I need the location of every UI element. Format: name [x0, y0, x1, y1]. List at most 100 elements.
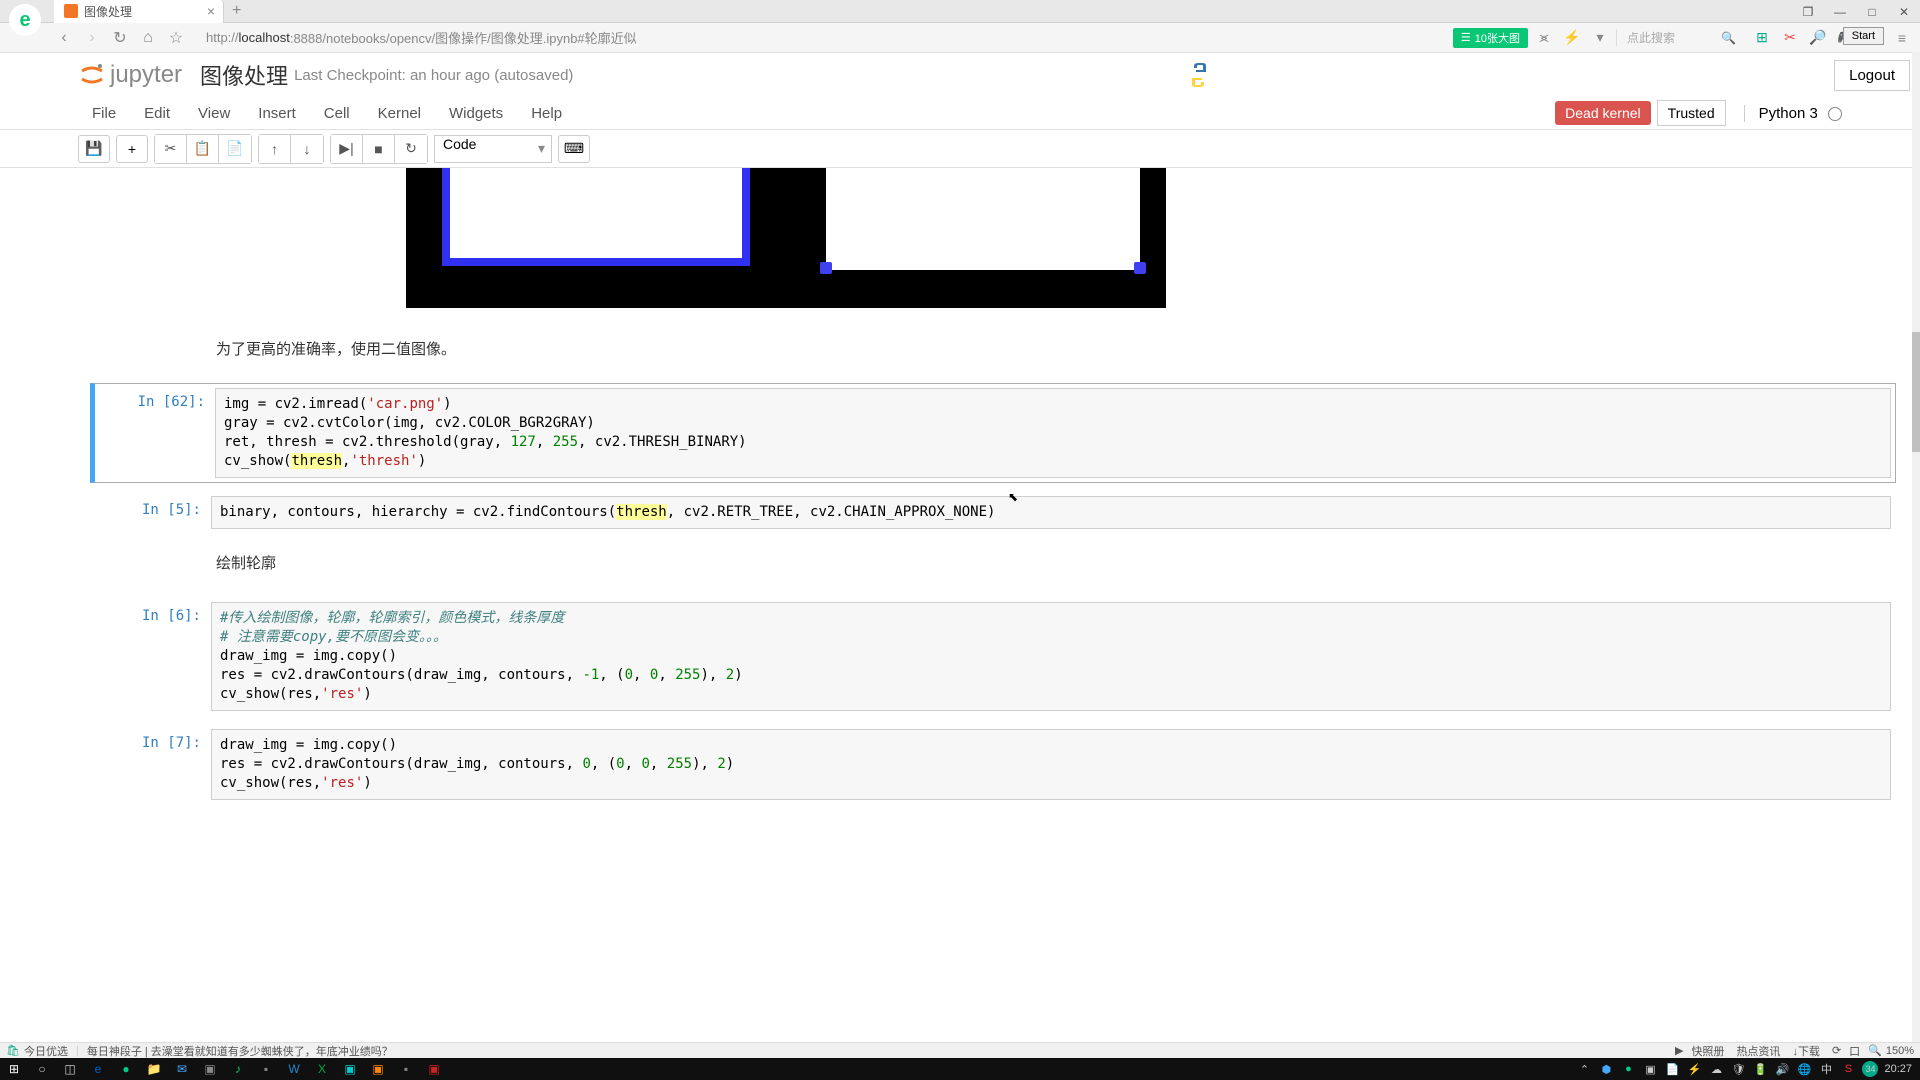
- logout-button[interactable]: Logout: [1834, 60, 1910, 91]
- refresh-button[interactable]: ↻: [106, 24, 134, 52]
- run-button[interactable]: ▶|: [331, 135, 363, 163]
- status-label[interactable]: 今日优选: [24, 1043, 68, 1059]
- tray-icon[interactable]: ⚡: [1686, 1061, 1702, 1077]
- play-icon[interactable]: ▶: [1675, 1044, 1683, 1057]
- add-cell-button[interactable]: +: [116, 135, 148, 163]
- terminal-icon[interactable]: ▪: [252, 1058, 280, 1080]
- tray-up-icon[interactable]: ⌃: [1576, 1061, 1592, 1077]
- cmd-icon[interactable]: ▪: [392, 1058, 420, 1080]
- markdown-text[interactable]: 绘制轮廓: [216, 552, 1896, 573]
- menu-icon[interactable]: ≡: [1890, 26, 1914, 50]
- app-icon[interactable]: ▣: [364, 1058, 392, 1080]
- zoom-level[interactable]: 150%: [1886, 1045, 1914, 1057]
- scissors-icon[interactable]: ✂: [1778, 26, 1802, 50]
- trusted-badge[interactable]: Trusted: [1657, 100, 1726, 126]
- move-up-button[interactable]: ↑: [259, 135, 291, 163]
- move-down-button[interactable]: ↓: [291, 135, 323, 163]
- forward-button[interactable]: ›: [78, 24, 106, 52]
- puzzle-icon[interactable]: ⊞: [1750, 26, 1774, 50]
- code-input[interactable]: draw_img = img.copy() res = cv2.drawCont…: [211, 729, 1891, 800]
- start-menu-button[interactable]: ⊞: [0, 1058, 28, 1080]
- clock[interactable]: 20:27: [1884, 1063, 1912, 1075]
- kernel-name[interactable]: Python 3: [1744, 105, 1842, 122]
- status-link[interactable]: ↓下载: [1792, 1043, 1820, 1059]
- image-count-badge[interactable]: ☰10张大图: [1453, 28, 1528, 48]
- cut-button[interactable]: ✂: [155, 135, 187, 163]
- network-icon[interactable]: 🌐: [1796, 1061, 1812, 1077]
- menu-view[interactable]: View: [184, 105, 244, 122]
- menu-cell[interactable]: Cell: [310, 105, 364, 122]
- status-link[interactable]: 热点资讯: [1736, 1043, 1780, 1059]
- start-button[interactable]: Start: [1843, 27, 1884, 45]
- address-bar[interactable]: http://localhost:8888/notebooks/opencv/图…: [198, 26, 1445, 50]
- menu-widgets[interactable]: Widgets: [435, 105, 517, 122]
- status-news[interactable]: 每日神段子 | 去澡堂看就知道有多少蜘蛛侠了，年底冲业绩吗？: [87, 1043, 393, 1059]
- tray-icon[interactable]: ☁: [1708, 1061, 1724, 1077]
- command-palette-button[interactable]: ⌨: [558, 135, 590, 163]
- menu-edit[interactable]: Edit: [130, 105, 184, 122]
- status-link[interactable]: 快照册: [1691, 1043, 1724, 1059]
- menu-insert[interactable]: Insert: [244, 105, 310, 122]
- bolt-icon[interactable]: ⚡: [1560, 26, 1584, 50]
- window-maximize-icon[interactable]: □: [1856, 0, 1888, 23]
- tray-icon[interactable]: ⬢: [1598, 1061, 1614, 1077]
- save-button[interactable]: 💾: [78, 135, 110, 163]
- app-icon[interactable]: ▣: [420, 1058, 448, 1080]
- favorite-button[interactable]: ☆: [162, 24, 190, 52]
- explorer-icon[interactable]: 📁: [140, 1058, 168, 1080]
- new-tab-button[interactable]: +: [232, 2, 241, 20]
- mail-icon[interactable]: ✉: [168, 1058, 196, 1080]
- code-input[interactable]: binary, contours, hierarchy = cv2.findCo…: [211, 496, 1891, 529]
- tray-icon[interactable]: ●: [1620, 1061, 1636, 1077]
- dropdown-icon[interactable]: ▾: [1588, 26, 1612, 50]
- notebook-title[interactable]: 图像处理: [200, 59, 288, 91]
- scrollbar-thumb[interactable]: [1912, 332, 1920, 452]
- ime-icon[interactable]: 中: [1818, 1061, 1834, 1077]
- cortana-icon[interactable]: ◫: [56, 1058, 84, 1080]
- menu-kernel[interactable]: Kernel: [364, 105, 435, 122]
- window-minimize-icon[interactable]: —: [1824, 0, 1856, 23]
- window-restore-icon[interactable]: ❐: [1792, 0, 1824, 23]
- app-icon[interactable]: ▣: [196, 1058, 224, 1080]
- code-cell-6[interactable]: In [6]: #传入绘制图像，轮廓，轮廓索引，颜色模式，线条厚度 # 注意需要…: [90, 597, 1896, 716]
- battery-icon[interactable]: 🔋: [1752, 1061, 1768, 1077]
- paste-button[interactable]: 📄: [219, 135, 251, 163]
- tray-badge[interactable]: 34: [1862, 1061, 1878, 1077]
- word-icon[interactable]: W: [280, 1058, 308, 1080]
- tray-icon[interactable]: S: [1840, 1061, 1856, 1077]
- edge-icon[interactable]: e: [84, 1058, 112, 1080]
- copy-button[interactable]: 📋: [187, 135, 219, 163]
- search-box[interactable]: 点此搜索 🔍: [1616, 29, 1746, 46]
- scrollbar[interactable]: [1912, 52, 1920, 1042]
- jupyter-logo[interactable]: jupyter: [78, 61, 182, 89]
- magnify-icon[interactable]: 🔎: [1806, 26, 1830, 50]
- pycharm-icon[interactable]: ▣: [336, 1058, 364, 1080]
- code-cell-7[interactable]: In [7]: draw_img = img.copy() res = cv2.…: [90, 724, 1896, 805]
- window-close-icon[interactable]: ✕: [1888, 0, 1920, 23]
- tab-close-icon[interactable]: ×: [207, 3, 215, 19]
- menu-file[interactable]: File: [78, 105, 130, 122]
- markdown-text[interactable]: 为了更高的准确率，使用二值图像。: [216, 338, 1896, 359]
- dead-kernel-badge[interactable]: Dead kernel: [1555, 101, 1651, 125]
- volume-icon[interactable]: 🔊: [1774, 1061, 1790, 1077]
- home-button[interactable]: ⌂: [134, 24, 162, 52]
- browser-icon[interactable]: ●: [112, 1058, 140, 1080]
- cell-type-select[interactable]: Code: [434, 135, 552, 163]
- code-cell-62[interactable]: In [62]: img = cv2.imread('car.png') gra…: [90, 383, 1896, 483]
- tray-icon[interactable]: 🛡: [1730, 1061, 1746, 1077]
- share-icon[interactable]: ⪤: [1532, 26, 1556, 50]
- code-input[interactable]: img = cv2.imread('car.png') gray = cv2.c…: [215, 388, 1891, 478]
- code-input[interactable]: #传入绘制图像，轮廓，轮廓索引，颜色模式，线条厚度 # 注意需要copy,要不原…: [211, 602, 1891, 711]
- tray-icon[interactable]: ▣: [1642, 1061, 1658, 1077]
- browser-tab[interactable]: 图像处理 ×: [54, 0, 224, 23]
- search-icon[interactable]: ○: [28, 1058, 56, 1080]
- stop-button[interactable]: ■: [363, 135, 395, 163]
- back-button[interactable]: ‹: [50, 24, 78, 52]
- code-cell-5[interactable]: In [5]: binary, contours, hierarchy = cv…: [90, 491, 1896, 534]
- excel-icon[interactable]: X: [308, 1058, 336, 1080]
- menu-help[interactable]: Help: [517, 105, 576, 122]
- notebook-area[interactable]: 为了更高的准确率，使用二值图像。 In [62]: img = cv2.imre…: [74, 168, 1912, 1058]
- restart-button[interactable]: ↻: [395, 135, 427, 163]
- music-icon[interactable]: ♪: [224, 1058, 252, 1080]
- tray-icon[interactable]: 📄: [1664, 1061, 1680, 1077]
